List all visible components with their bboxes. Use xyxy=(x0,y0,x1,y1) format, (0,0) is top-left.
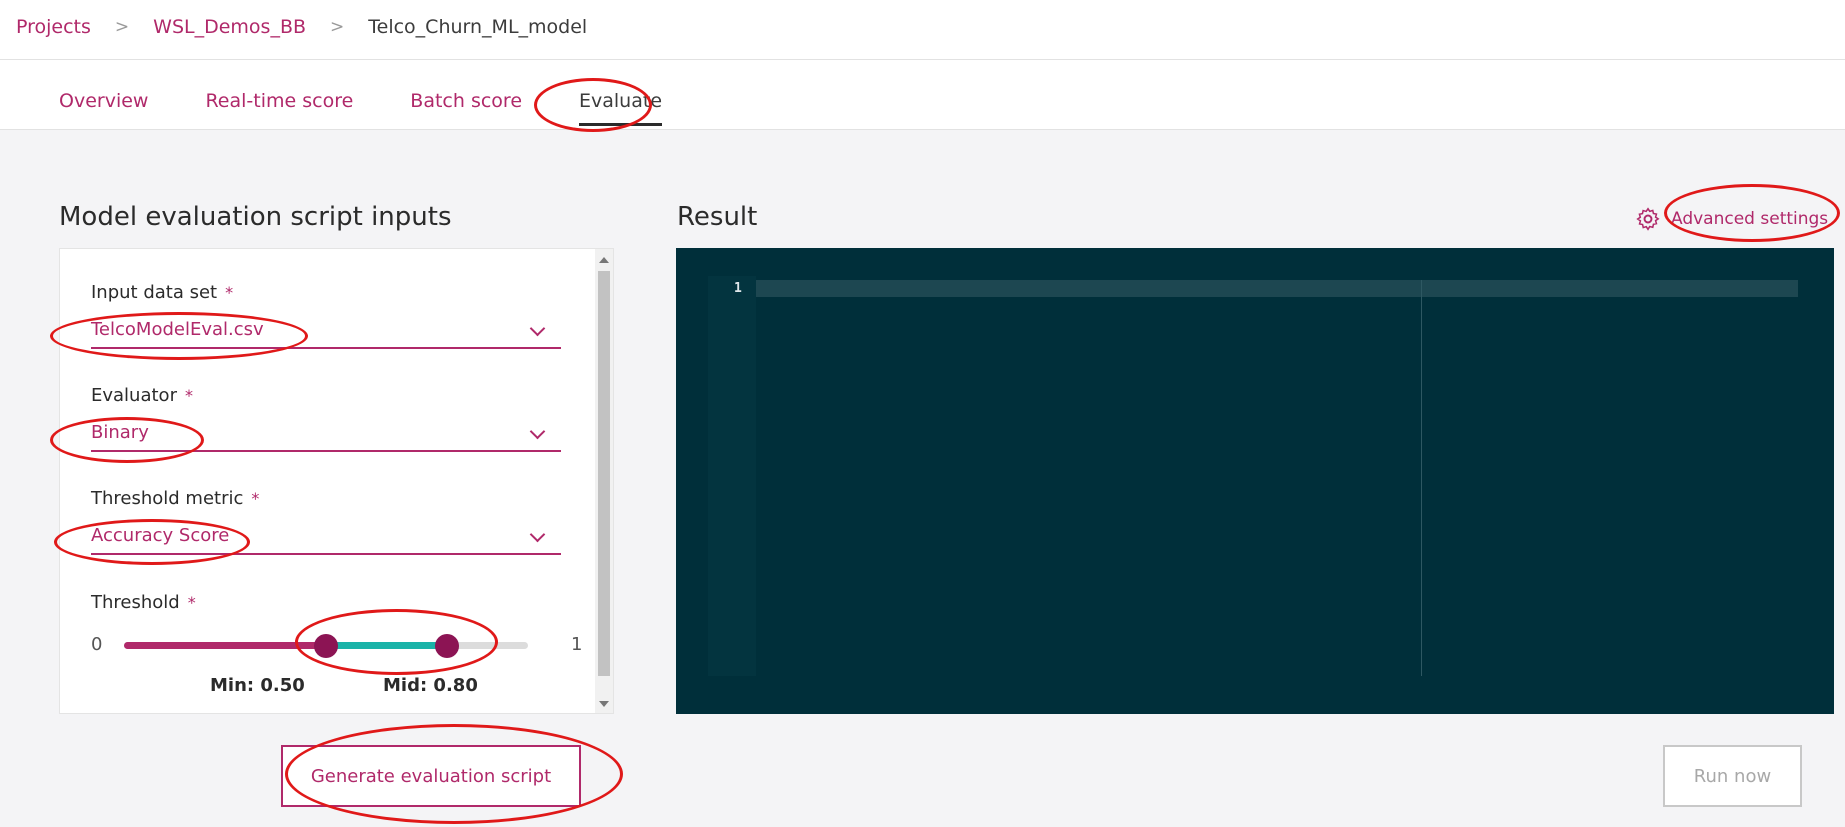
result-footer xyxy=(676,714,1834,827)
chevron-down-icon xyxy=(529,526,546,543)
input-data-set-select[interactable]: TelcoModelEval.csv xyxy=(91,317,561,349)
scrollbar[interactable] xyxy=(595,249,613,713)
input-data-set-label: Input data set xyxy=(91,282,218,303)
breadcrumb-separator: > xyxy=(330,17,345,37)
evaluator-field: Evaluator * Binary xyxy=(91,385,561,452)
result-code-editor[interactable]: 1 xyxy=(676,248,1834,714)
breadcrumb-bar: Projects > WSL_Demos_BB > Telco_Churn_ML… xyxy=(0,0,1845,60)
editor-print-margin xyxy=(1421,280,1422,676)
scroll-thumb[interactable] xyxy=(598,271,610,676)
required-mark: * xyxy=(187,593,196,612)
slider-low-segment xyxy=(124,642,326,649)
scroll-up-icon[interactable] xyxy=(599,257,609,263)
breadcrumb: Projects > WSL_Demos_BB > Telco_Churn_ML… xyxy=(16,16,587,38)
slider-track[interactable] xyxy=(124,634,528,658)
threshold-slider[interactable]: 0 1 xyxy=(91,632,582,662)
evaluator-value: Binary xyxy=(91,422,149,443)
gear-icon xyxy=(1636,207,1660,231)
threshold-metric-value: Accuracy Score xyxy=(91,525,230,546)
chevron-down-icon xyxy=(529,320,546,337)
inputs-section-title: Model evaluation script inputs xyxy=(59,202,452,232)
advanced-settings-link[interactable]: Advanced settings xyxy=(1635,206,1828,232)
tab-overview[interactable]: Overview xyxy=(59,90,148,126)
generate-evaluation-script-button[interactable]: Generate evaluation script xyxy=(281,745,581,807)
threshold-label: Threshold xyxy=(91,592,180,613)
slider-min-label: 0 xyxy=(91,634,103,655)
inputs-card: Input data set * TelcoModelEval.csv Evalu… xyxy=(59,248,614,714)
tab-bar: Overview Real-time score Batch score Eva… xyxy=(0,60,1845,130)
scroll-down-icon[interactable] xyxy=(599,701,609,707)
slider-mid-handle[interactable] xyxy=(435,634,460,658)
threshold-metric-select[interactable]: Accuracy Score xyxy=(91,523,561,555)
threshold-metric-field: Threshold metric * Accuracy Score xyxy=(91,488,561,555)
required-mark: * xyxy=(184,386,193,405)
tab-real-time-score[interactable]: Real-time score xyxy=(205,90,353,126)
required-mark: * xyxy=(225,283,234,302)
breadcrumb-project[interactable]: WSL_Demos_BB xyxy=(153,16,306,38)
evaluator-label: Evaluator xyxy=(91,385,177,406)
threshold-field: Threshold * xyxy=(91,592,561,613)
tab-batch-score[interactable]: Batch score xyxy=(410,90,522,126)
threshold-mid-text: Mid: 0.80 xyxy=(383,675,478,696)
input-data-set-value: TelcoModelEval.csv xyxy=(91,319,264,340)
required-mark: * xyxy=(251,489,260,508)
slider-min-handle[interactable] xyxy=(314,634,338,658)
editor-active-line[interactable] xyxy=(756,280,1798,297)
breadcrumb-projects[interactable]: Projects xyxy=(16,16,91,38)
run-now-button[interactable]: Run now xyxy=(1663,745,1802,807)
tab-evaluate[interactable]: Evaluate xyxy=(579,90,663,126)
line-number: 1 xyxy=(734,281,742,296)
breadcrumb-current: Telco_Churn_ML_model xyxy=(368,16,588,38)
slider-max-label: 1 xyxy=(571,634,583,655)
threshold-metric-label: Threshold metric xyxy=(91,488,244,509)
editor-gutter xyxy=(708,276,756,676)
result-section-title: Result xyxy=(677,202,758,232)
advanced-settings-label: Advanced settings xyxy=(1671,209,1829,229)
input-data-set-field: Input data set * TelcoModelEval.csv xyxy=(91,282,561,349)
evaluator-select[interactable]: Binary xyxy=(91,420,561,452)
chevron-down-icon xyxy=(529,423,546,440)
threshold-min-text: Min: 0.50 xyxy=(210,675,305,696)
breadcrumb-separator: > xyxy=(114,17,130,37)
slider-mid-segment xyxy=(326,642,448,649)
